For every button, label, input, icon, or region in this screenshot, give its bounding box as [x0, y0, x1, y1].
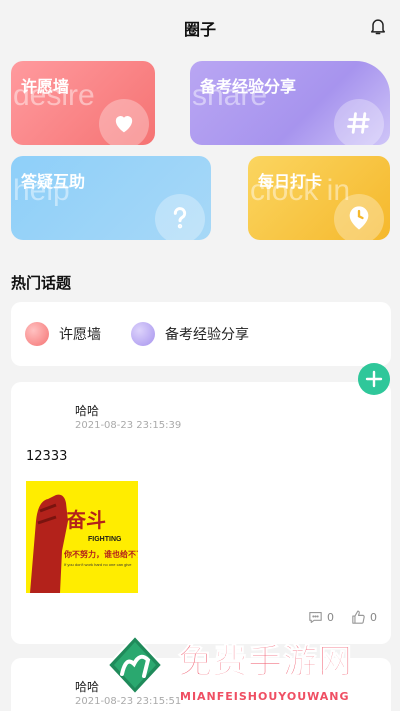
hash-icon [334, 99, 384, 145]
image-small-line: If you don't work hard no one can give [64, 562, 132, 567]
comment-icon[interactable] [307, 609, 324, 626]
heart-icon [99, 99, 149, 145]
plus-icon [365, 370, 383, 388]
card-qa-help[interactable]: help 答疑互助 [11, 156, 211, 240]
card-wish-wall[interactable]: desire 许愿墙 [11, 61, 155, 145]
post-author[interactable]: 哈哈 [75, 402, 99, 419]
image-fighting-text: FIGHTING [88, 536, 122, 543]
bell-icon[interactable] [368, 16, 388, 36]
location-clock-icon [334, 194, 384, 240]
thumbs-up-icon[interactable] [350, 609, 367, 626]
topic-dot-icon [25, 322, 49, 346]
watermark-cn: 免费手游网 [178, 642, 353, 683]
site-watermark: 免费手游网 MIANFEISHOUYOUWANG [104, 630, 400, 711]
topic-label: 备考经验分享 [165, 327, 249, 343]
post-time: 2021-08-23 23:15:39 [75, 420, 182, 431]
post-stats: 0 0 [307, 609, 377, 626]
card-label: 每日打卡 [258, 172, 323, 191]
hot-topics-panel: 许愿墙 备考经验分享 [11, 302, 391, 366]
card-label: 许愿墙 [21, 77, 70, 96]
post-image[interactable]: 奋斗 FIGHTING 你不努力，谁也给不了你 If you don't wor… [26, 481, 138, 593]
like-count: 0 [370, 611, 377, 624]
page-title: 圈子 [183, 20, 216, 39]
topic-exam-sharing[interactable]: 备考经验分享 [131, 322, 249, 346]
top-bar: 圈子 [0, 0, 400, 52]
image-big-text: 奋斗 [65, 508, 106, 532]
site-logo [106, 634, 164, 696]
topic-label: 许愿墙 [59, 327, 101, 343]
topic-wish-wall[interactable]: 许愿墙 [25, 322, 101, 346]
comment-count: 0 [327, 611, 334, 624]
card-exam-sharing[interactable]: share 备考经验分享 [190, 61, 390, 145]
post-author[interactable]: 哈哈 [75, 678, 99, 695]
add-post-button[interactable] [358, 363, 390, 395]
topic-dot-icon [131, 322, 155, 346]
hot-topics-title: 热门话题 [11, 274, 72, 292]
card-daily-checkin[interactable]: clock in 每日打卡 [248, 156, 390, 240]
card-label: 答疑互助 [21, 172, 86, 191]
card-label: 备考经验分享 [200, 77, 297, 96]
image-slogan: 你不努力，谁也给不了你 [63, 549, 138, 559]
post-content: 12333 [26, 449, 68, 464]
watermark-en: MIANFEISHOUYOUWANG [180, 690, 350, 703]
post-card[interactable]: 哈哈 2021-08-23 23:15:39 12333 奋斗 FIGHTING… [11, 382, 391, 644]
question-icon [155, 194, 205, 240]
